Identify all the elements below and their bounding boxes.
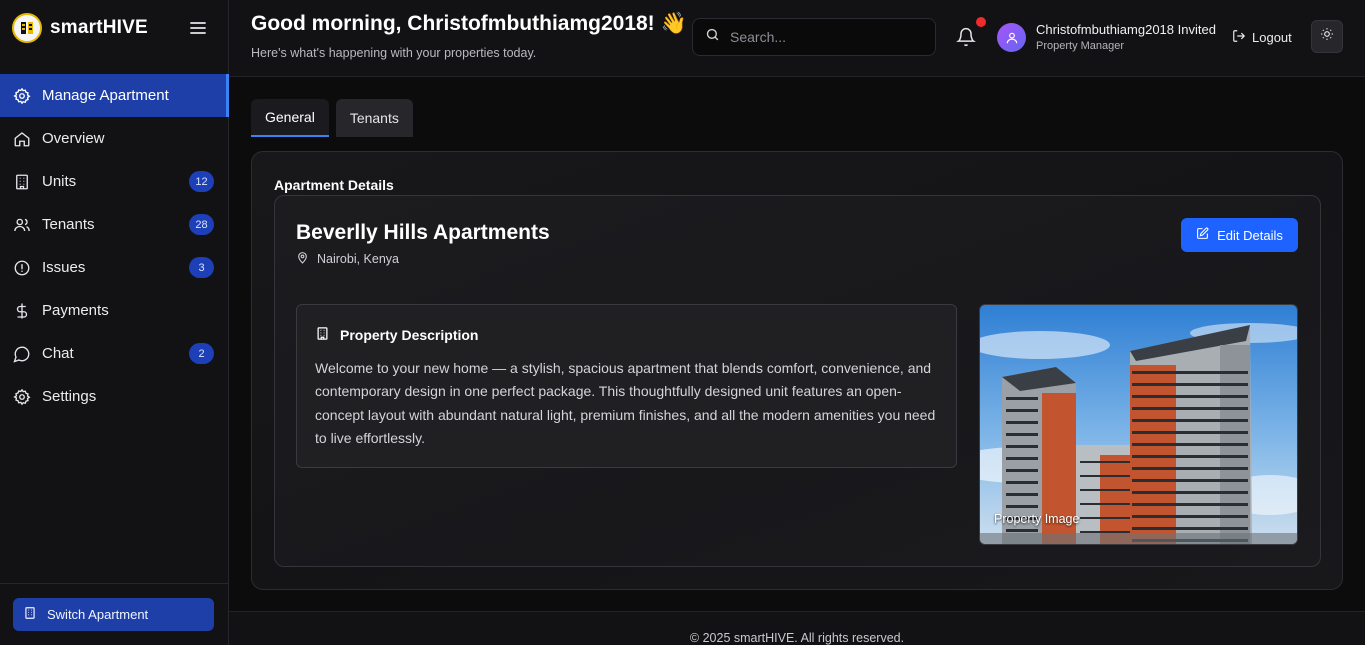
notification-bell-icon[interactable] [956,27,976,47]
edit-details-button[interactable]: Edit Details [1181,218,1298,252]
switch-apartment-label: Switch Apartment [47,607,149,622]
chat-bubble-icon [13,345,31,363]
tab-tenants[interactable]: Tenants [335,99,413,137]
sun-icon [1320,27,1334,46]
brand-name: smartHIVE [50,17,148,38]
property-photo-illustration [980,305,1297,544]
building-icon [23,606,37,623]
sidebar-item-label: Chat [42,345,74,362]
sidebar-item-label: Manage Apartment [42,87,169,104]
sidebar-item-label: Overview [42,130,105,147]
sidebar-item-manage-apartment[interactable]: Manage Apartment [0,74,229,117]
sidebar-item-overview[interactable]: Overview [0,117,229,160]
brand[interactable]: smartHIVE [12,12,148,44]
sidebar: smartHIVE Manage Apartment Overview Unit… [0,0,229,645]
dollar-icon [13,302,31,320]
gear-icon [13,87,31,105]
edit-details-label: Edit Details [1217,227,1283,243]
sidebar-item-label: Settings [42,388,97,405]
logout-icon [1232,29,1246,46]
alert-circle-icon [13,259,31,277]
sidebar-item-label: Payments [42,302,109,319]
logout-label: Logout [1252,30,1292,45]
location-text: Nairobi, Kenya [317,252,399,266]
logout-button[interactable]: Logout [1232,29,1292,46]
tab-bar: General Tenants [251,99,413,137]
notification-dot [976,17,986,27]
search-box [692,18,936,56]
property-description-text: Welcome to your new home — a stylish, sp… [315,360,936,446]
switch-apartment-button[interactable]: Switch Apartment [13,598,214,631]
main-content: General Tenants Apartment Details Beverl… [229,77,1365,611]
sidebar-nav: Manage Apartment Overview Units 12 Tenan… [0,74,229,418]
search-input[interactable] [730,29,920,45]
property-image-label: Property Image [994,512,1080,526]
property-image: Property Image [979,304,1298,545]
sidebar-divider [0,583,229,584]
user-name: Christofmbuthiamg2018 Invited [1036,22,1216,37]
theme-toggle-button[interactable] [1311,20,1343,53]
search-icon [705,27,720,47]
greeting-title: Good morning, Christofmbuthiamg2018! 👋 [251,12,687,35]
top-header: Good morning, Christofmbuthiamg2018! 👋 H… [229,0,1365,77]
sidebar-item-tenants[interactable]: Tenants 28 [0,203,229,246]
section-title: Apartment Details [274,177,394,193]
users-icon [13,216,31,234]
sidebar-item-payments[interactable]: Payments [0,289,229,332]
chat-count-badge: 2 [189,343,214,364]
apartment-info-panel: Beverlly Hills Apartments Nairobi, Kenya… [274,195,1321,567]
sidebar-item-label: Tenants [42,216,95,233]
hamburger-menu-icon[interactable] [188,18,208,38]
tab-general[interactable]: General [251,99,329,137]
building-icon [13,173,31,191]
copyright-text: © 2025 smartHIVE. All rights reserved. [689,631,905,645]
sidebar-item-label: Issues [42,259,86,276]
greeting-subtitle: Here's what's happening with your proper… [251,46,537,60]
user-role: Property Manager [1036,40,1125,52]
footer: © 2025 smartHIVE. All rights reserved. [229,611,1365,645]
app-root: smartHIVE Manage Apartment Overview Unit… [0,0,1365,645]
sidebar-item-issues[interactable]: Issues 3 [0,246,229,289]
property-description-title: Property Description [340,327,479,343]
edit-icon [1196,227,1209,243]
home-icon [13,130,31,148]
building-icon [315,326,330,344]
apartment-location: Nairobi, Kenya [296,251,399,267]
property-description-box: Property Description Welcome to your new… [296,304,957,468]
map-pin-icon [296,251,309,267]
avatar[interactable] [997,23,1026,52]
apartment-name: Beverlly Hills Apartments [296,221,550,244]
units-count-badge: 12 [189,171,214,192]
apartment-details-card: Apartment Details Beverlly Hills Apartme… [251,151,1343,590]
sidebar-item-units[interactable]: Units 12 [0,160,229,203]
hive-logo-icon [12,13,42,43]
issues-count-badge: 3 [189,257,214,278]
sidebar-item-chat[interactable]: Chat 2 [0,332,229,375]
tenants-count-badge: 28 [189,214,214,235]
sidebar-item-label: Units [42,173,77,190]
property-description-heading: Property Description [315,326,478,344]
sidebar-item-settings[interactable]: Settings [0,375,229,418]
gear-icon [13,388,31,406]
